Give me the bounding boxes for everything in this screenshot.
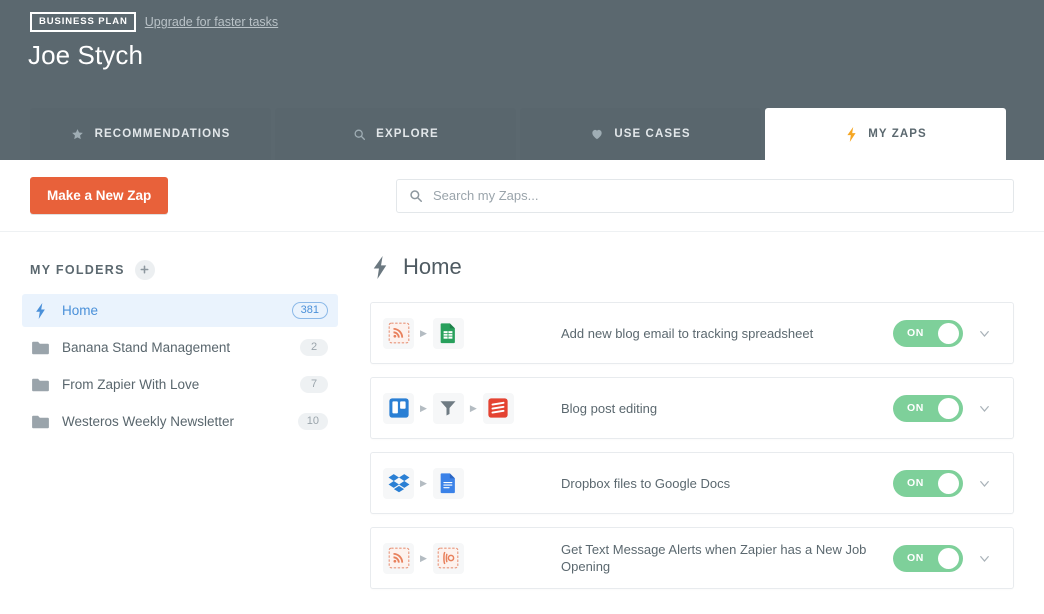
folder-icon — [30, 341, 50, 355]
sidebar: MY FOLDERS Home 381 Banana Stand Managem… — [0, 232, 370, 614]
toggle-knob — [938, 548, 959, 569]
plus-icon[interactable] — [135, 260, 155, 280]
folder-icon — [30, 415, 50, 429]
zap-toggle[interactable]: ON — [893, 545, 963, 572]
dropbox-icon — [383, 468, 414, 499]
sidebar-item-count: 2 — [300, 339, 328, 356]
search-icon — [352, 127, 366, 141]
zap-apps: ▶ — [383, 543, 561, 574]
search-icon — [409, 189, 423, 203]
zap-toggle[interactable]: ON — [893, 470, 963, 497]
sidebar-item-label: Home — [62, 303, 280, 318]
toggle-label: ON — [893, 477, 924, 489]
sidebar-item-from-zapier-with-love[interactable]: From Zapier With Love 7 — [22, 368, 338, 401]
sidebar-item-count: 7 — [300, 376, 328, 393]
zap-row[interactable]: ▶ ▶ — [370, 377, 1014, 439]
rss-icon — [383, 318, 414, 349]
tab-label: RECOMMENDATIONS — [95, 128, 231, 140]
google-sheets-icon — [433, 318, 464, 349]
zap-toggle[interactable]: ON — [893, 395, 963, 422]
tab-use-cases[interactable]: USE CASES — [520, 108, 761, 160]
toggle-knob — [938, 473, 959, 494]
tab-label: EXPLORE — [376, 128, 439, 140]
content-area: MY FOLDERS Home 381 Banana Stand Managem… — [0, 232, 1044, 614]
tab-explore[interactable]: EXPLORE — [275, 108, 516, 160]
lightning-icon — [844, 127, 858, 141]
arrow-icon: ▶ — [470, 404, 477, 413]
todoist-icon — [483, 393, 514, 424]
chevron-down-icon[interactable] — [971, 401, 997, 416]
folders-header: MY FOLDERS — [0, 260, 370, 280]
sidebar-item-count: 10 — [298, 413, 328, 430]
arrow-icon: ▶ — [420, 554, 427, 563]
sms-icon — [433, 543, 464, 574]
zap-toggle[interactable]: ON — [893, 320, 963, 347]
zap-apps: ▶ — [383, 318, 561, 349]
toggle-label: ON — [893, 327, 924, 339]
sidebar-item-banana-stand-management[interactable]: Banana Stand Management 2 — [22, 331, 338, 364]
chevron-down-icon[interactable] — [971, 326, 997, 341]
search-input[interactable] — [433, 188, 1001, 203]
rss-icon — [383, 543, 414, 574]
toggle-knob — [938, 323, 959, 344]
zap-list: ▶ Add new — [370, 302, 1014, 589]
tab-bar: RECOMMENDATIONS EXPLORE USE CASES MY ZAP… — [30, 108, 1006, 160]
sidebar-item-count: 381 — [292, 302, 328, 319]
zap-apps: ▶ — [383, 468, 561, 499]
sidebar-item-label: From Zapier With Love — [62, 377, 288, 392]
filter-icon — [433, 393, 464, 424]
plan-row: BUSINESS PLAN Upgrade for faster tasks — [0, 0, 1044, 30]
page-header: BUSINESS PLAN Upgrade for faster tasks J… — [0, 0, 1044, 160]
zap-row[interactable]: ▶ Dropbox files to Googl — [370, 452, 1014, 514]
chevron-down-icon[interactable] — [971, 476, 997, 491]
page-title: Home — [403, 254, 462, 280]
chevron-down-icon[interactable] — [971, 551, 997, 566]
zap-title: Get Text Message Alerts when Zapier has … — [561, 541, 893, 575]
zap-title: Add new blog email to tracking spreadshe… — [561, 325, 893, 342]
arrow-icon: ▶ — [420, 479, 427, 488]
zap-title: Dropbox files to Google Docs — [561, 475, 893, 492]
main-title-row: Home — [370, 254, 1014, 280]
search-box[interactable] — [396, 179, 1014, 213]
plan-badge: BUSINESS PLAN — [30, 12, 136, 32]
tab-label: USE CASES — [614, 128, 690, 140]
folders-title: MY FOLDERS — [30, 263, 125, 277]
star-icon — [71, 127, 85, 141]
toggle-label: ON — [893, 402, 924, 414]
zap-row[interactable]: ▶ Add new — [370, 302, 1014, 364]
tab-my-zaps[interactable]: MY ZAPS — [765, 108, 1006, 160]
main-panel: Home ▶ — [370, 232, 1044, 614]
sidebar-item-westeros-weekly-newsletter[interactable]: Westeros Weekly Newsletter 10 — [22, 405, 338, 438]
sidebar-item-label: Banana Stand Management — [62, 340, 288, 355]
make-new-zap-button[interactable]: Make a New Zap — [30, 177, 168, 214]
toggle-label: ON — [893, 552, 924, 564]
zap-title: Blog post editing — [561, 400, 893, 417]
lightning-icon — [371, 256, 389, 279]
zap-row[interactable]: ▶ Get Text Message Alerts when Zapier h — [370, 527, 1014, 589]
arrow-icon: ▶ — [420, 329, 427, 338]
toggle-knob — [938, 398, 959, 419]
upgrade-link[interactable]: Upgrade for faster tasks — [145, 15, 278, 29]
tab-label: MY ZAPS — [868, 128, 927, 140]
toolbar: Make a New Zap — [0, 160, 1044, 232]
google-docs-icon — [433, 468, 464, 499]
zap-apps: ▶ ▶ — [383, 393, 561, 424]
sidebar-item-label: Westeros Weekly Newsletter — [62, 414, 286, 429]
user-name: Joe Stych — [0, 30, 1044, 71]
arrow-icon: ▶ — [420, 404, 427, 413]
sidebar-item-home[interactable]: Home 381 — [22, 294, 338, 327]
tab-recommendations[interactable]: RECOMMENDATIONS — [30, 108, 271, 160]
trello-icon — [383, 393, 414, 424]
heart-icon — [590, 127, 604, 141]
folder-icon — [30, 378, 50, 392]
lightning-icon — [30, 303, 50, 319]
